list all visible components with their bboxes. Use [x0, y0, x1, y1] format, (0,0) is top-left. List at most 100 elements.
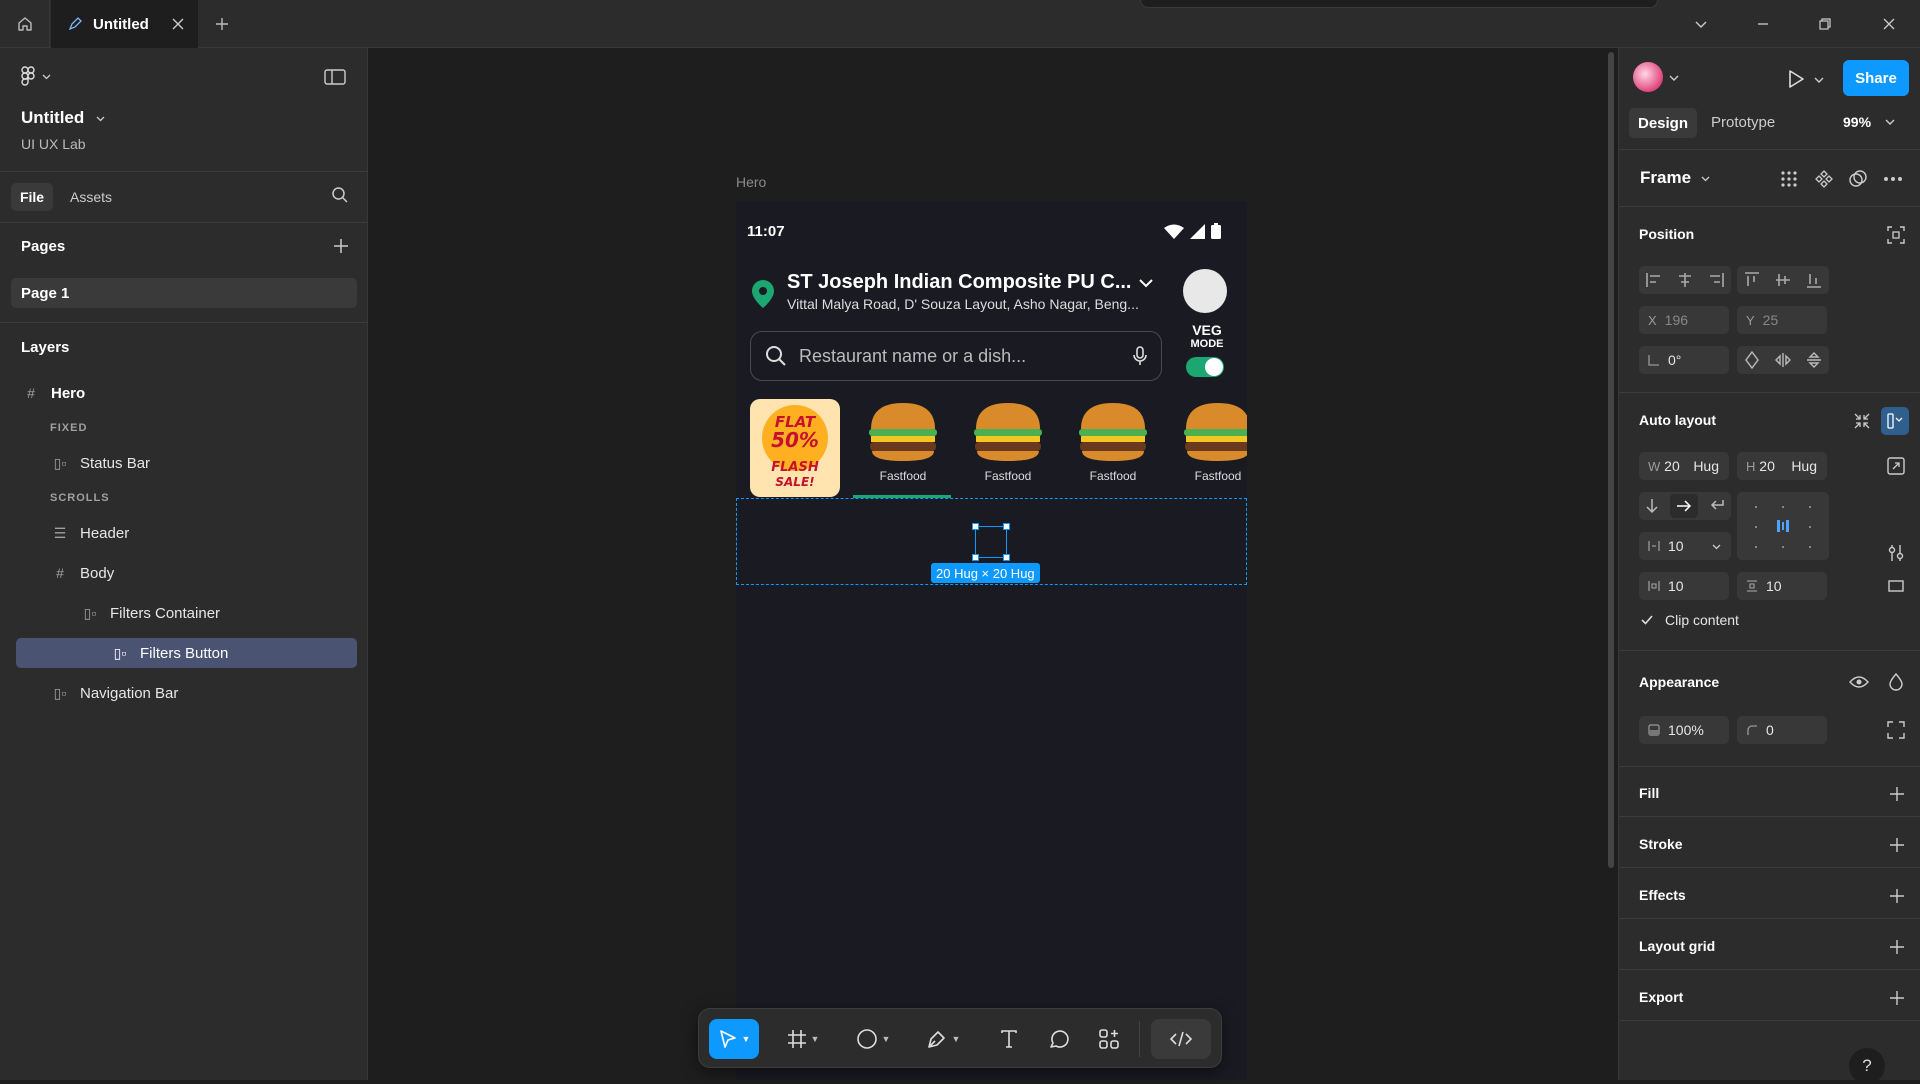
h-mode[interactable]: Hug	[1791, 458, 1817, 474]
add-stroke-button[interactable]	[1887, 835, 1907, 855]
more-options-icon[interactable]	[1883, 176, 1903, 182]
add-effect-button[interactable]	[1887, 886, 1907, 906]
constraints-icon[interactable]	[1839, 226, 1857, 244]
eye-icon[interactable]	[1849, 675, 1869, 689]
add-page-button[interactable]	[333, 238, 349, 254]
direction-horizontal-selected[interactable]	[1669, 494, 1698, 518]
padding-vertical-field[interactable]: 10	[1737, 572, 1827, 600]
avatar[interactable]	[1183, 269, 1227, 313]
page-item-page-1[interactable]: Page 1	[11, 278, 357, 308]
tab-design[interactable]: Design	[1629, 108, 1697, 138]
grid-icon[interactable]	[1780, 170, 1798, 188]
category-item[interactable]: Fastfood	[1062, 399, 1164, 499]
flip-horizontal-icon[interactable]	[1774, 352, 1792, 368]
add-fill-button[interactable]	[1887, 784, 1907, 804]
rotation-field[interactable]: 0°	[1639, 346, 1729, 374]
search-layers-button[interactable]	[331, 186, 349, 204]
file-tab[interactable]: Untitled	[51, 0, 198, 48]
wrap-icon[interactable]	[1709, 499, 1725, 513]
home-button[interactable]	[0, 0, 50, 48]
resize-icon[interactable]	[1887, 457, 1905, 475]
alignment-grid[interactable]	[1737, 492, 1829, 560]
align-center-icon[interactable]	[1676, 272, 1694, 288]
layer-filters-button[interactable]: ▯▫ Filters Button	[16, 638, 357, 668]
share-button[interactable]: Share	[1843, 60, 1909, 96]
tab-file[interactable]: File	[11, 183, 53, 211]
arrow-down-icon[interactable]	[1645, 498, 1659, 514]
layer-header[interactable]: ☰ Header	[16, 518, 357, 548]
individual-corners-icon[interactable]	[1887, 721, 1905, 739]
move-tool-button[interactable]: ▼	[709, 1019, 759, 1059]
close-tab-icon[interactable]	[172, 18, 184, 30]
w-mode[interactable]: Hug	[1693, 458, 1719, 474]
advanced-settings-icon[interactable]	[1887, 544, 1905, 562]
shape-tool-button[interactable]: ▼	[849, 1019, 897, 1059]
play-icon[interactable]	[1787, 69, 1805, 89]
auto-layout-settings-button[interactable]	[1881, 407, 1909, 435]
category-strip[interactable]: Fastfood Fastfood Fastfood Fastfood	[852, 399, 1247, 501]
search-bar[interactable]: Restaurant name or a dish...	[750, 331, 1162, 381]
chevron-down-icon[interactable]	[1712, 542, 1721, 551]
file-name-menu[interactable]: Untitled	[21, 108, 105, 128]
add-layout-grid-button[interactable]	[1887, 937, 1907, 957]
frame-type-menu[interactable]: Frame	[1640, 168, 1710, 188]
chevron-down-icon[interactable]	[1138, 277, 1154, 289]
rotate-icon[interactable]	[1744, 351, 1760, 369]
blend-mode-icon[interactable]	[1888, 673, 1904, 691]
tab-prototype[interactable]: Prototype	[1711, 114, 1775, 131]
add-export-button[interactable]	[1887, 988, 1907, 1008]
restore-button[interactable]	[1800, 0, 1850, 48]
x-position-field[interactable]: X 196	[1639, 306, 1729, 334]
filters-button-selection[interactable]	[972, 523, 1010, 561]
layer-hero[interactable]: # Hero	[16, 378, 357, 408]
toggle-sidebar-button[interactable]	[324, 68, 346, 86]
pen-tool-button[interactable]: ▼	[919, 1019, 967, 1059]
chevron-down-icon[interactable]	[1669, 73, 1679, 83]
tab-assets[interactable]: Assets	[70, 189, 112, 205]
layer-filters-container[interactable]: ▯▫ Filters Container	[16, 598, 357, 628]
category-item[interactable]: Fastfood	[1167, 399, 1247, 499]
comment-tool-button[interactable]	[1039, 1019, 1079, 1059]
mask-icon[interactable]	[1849, 170, 1867, 188]
actions-button[interactable]	[1089, 1019, 1129, 1059]
dev-mode-toggle[interactable]	[1151, 1019, 1211, 1059]
text-tool-button[interactable]	[989, 1019, 1029, 1059]
microphone-icon[interactable]	[1133, 346, 1147, 366]
location-title[interactable]: ST Joseph Indian Composite PU C...	[787, 271, 1131, 294]
category-item[interactable]: Fastfood	[852, 399, 954, 499]
main-menu-button[interactable]	[20, 66, 51, 86]
height-field[interactable]: H 20 Hug	[1737, 452, 1827, 480]
padding-horizontal-field[interactable]: 10	[1639, 572, 1729, 600]
chevron-down-icon[interactable]	[1814, 75, 1824, 85]
component-icon[interactable]	[1815, 170, 1833, 188]
opacity-field[interactable]: 100%	[1639, 716, 1729, 744]
align-bottom-icon[interactable]	[1806, 271, 1822, 289]
y-position-field[interactable]: Y 25	[1737, 306, 1827, 334]
focus-frame-icon[interactable]	[1887, 226, 1905, 244]
corner-radius-field[interactable]: 0	[1737, 716, 1827, 744]
new-tab-button[interactable]	[210, 12, 234, 36]
align-right-icon[interactable]	[1707, 272, 1725, 288]
individual-padding-icon[interactable]	[1887, 577, 1905, 595]
zoom-menu[interactable]: 99%	[1843, 114, 1895, 130]
align-left-icon[interactable]	[1645, 272, 1663, 288]
layer-navigation-bar[interactable]: ▯▫ Navigation Bar	[16, 678, 357, 708]
flip-vertical-icon[interactable]	[1806, 351, 1822, 369]
frame-label[interactable]: Hero	[736, 174, 766, 190]
width-field[interactable]: W 20 Hug	[1639, 452, 1729, 480]
canvas-scrollbar[interactable]	[1608, 52, 1614, 868]
minimize-button[interactable]	[1738, 0, 1788, 48]
close-window-button[interactable]	[1864, 0, 1914, 48]
help-button[interactable]: ?	[1849, 1048, 1885, 1084]
gap-field[interactable]: 10	[1639, 532, 1731, 560]
veg-mode-toggle[interactable]	[1186, 357, 1224, 377]
category-item[interactable]: Fastfood	[957, 399, 1059, 499]
clip-content-checkbox[interactable]: Clip content	[1639, 612, 1739, 628]
hero-frame[interactable]: 11:07 ST Joseph Indian Composite PU C...…	[736, 201, 1247, 1080]
flash-sale-banner[interactable]: FLAT 50% FLASH SALE!	[750, 399, 840, 497]
layer-status-bar[interactable]: ▯▫ Status Bar	[16, 448, 357, 478]
collapse-icon[interactable]	[1854, 413, 1870, 429]
frame-tool-button[interactable]: ▼	[779, 1019, 827, 1059]
align-top-icon[interactable]	[1744, 271, 1760, 289]
align-middle-icon[interactable]	[1775, 271, 1791, 289]
